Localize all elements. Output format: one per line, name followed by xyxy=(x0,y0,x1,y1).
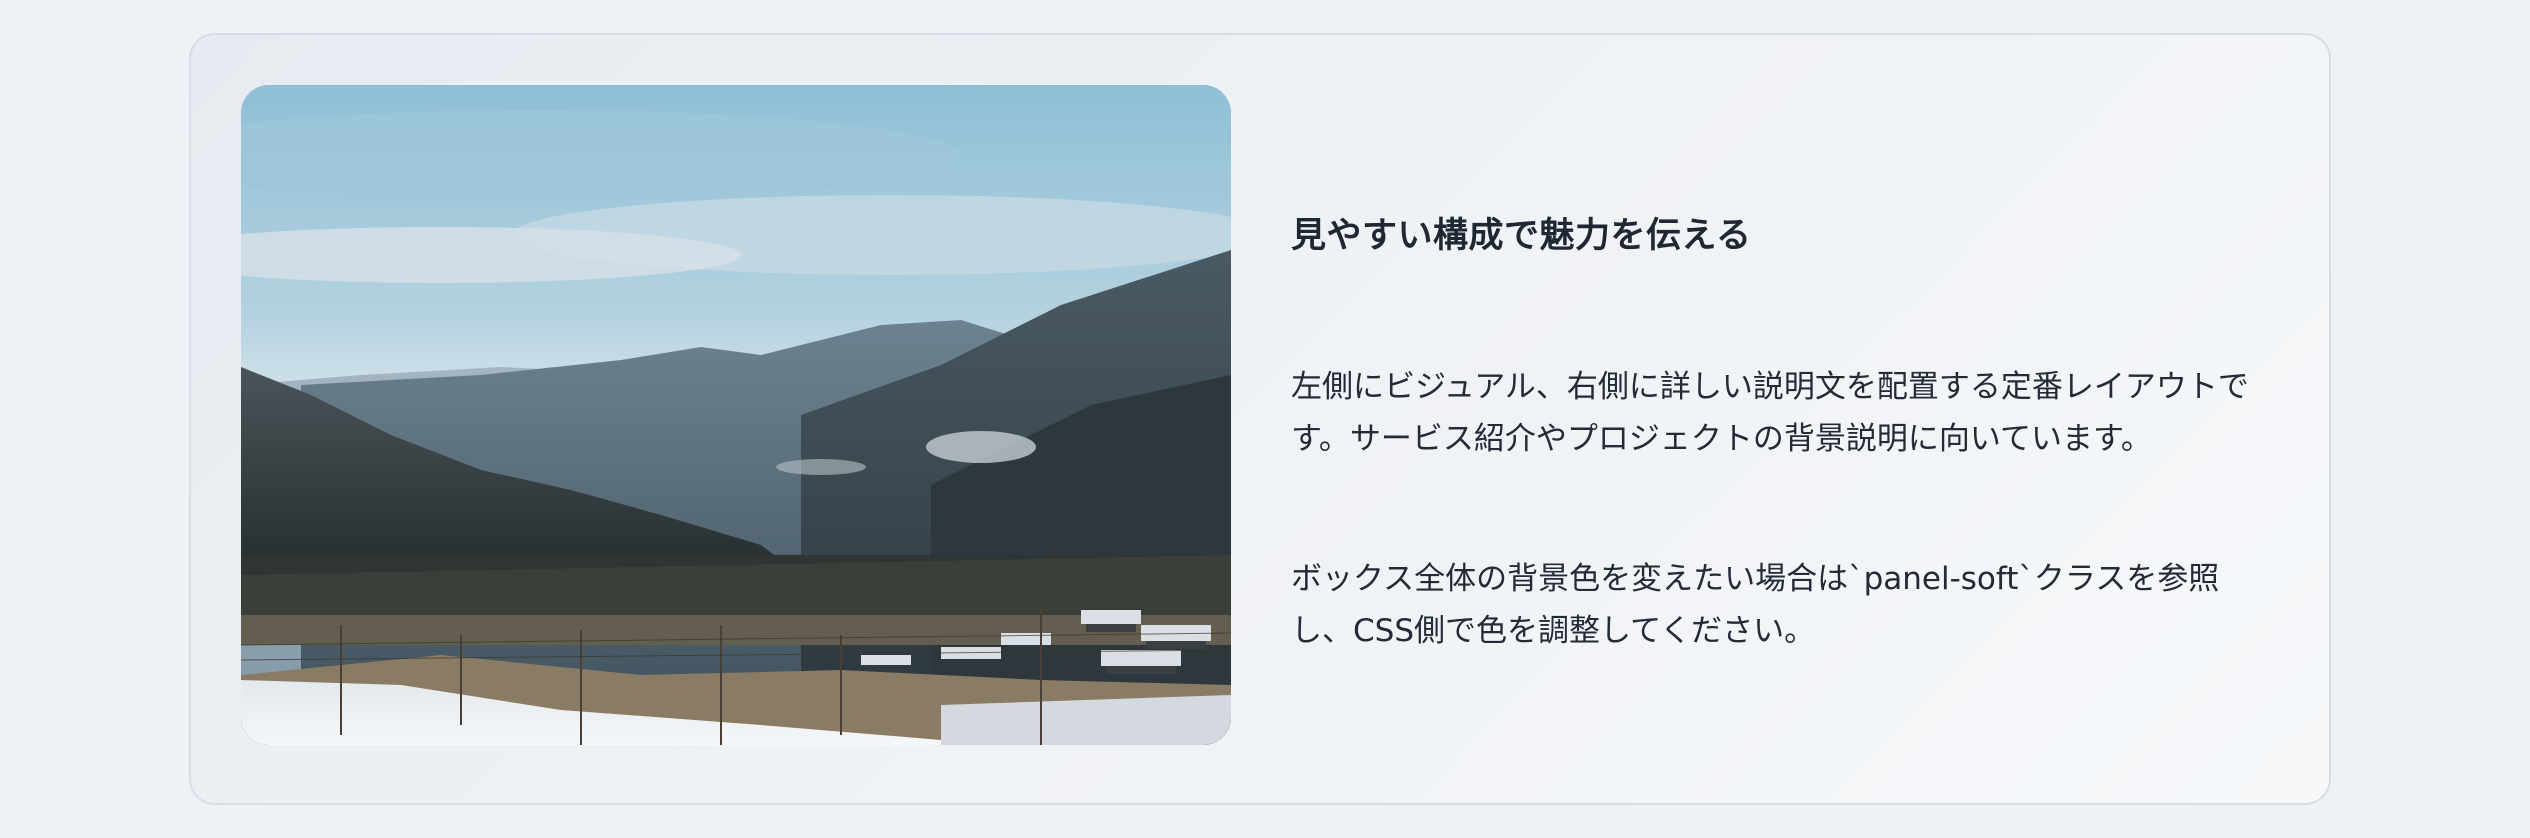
description-paragraph: 左側にビジュアル、右側に詳しい説明文を配置する定番レイアウトで す。サービス紹介… xyxy=(1291,361,2291,465)
paragraph-line: す。サービス紹介やプロジェクトの背景説明に向いています。 xyxy=(1291,421,2152,457)
content-panel: 見やすい構成で魅力を伝える 左側にビジュアル、右側に詳しい説明文を配置する定番レ… xyxy=(189,33,2331,805)
panel-heading: 見やすい構成で魅力を伝える xyxy=(1291,216,1752,256)
landscape-image xyxy=(241,85,1231,745)
paragraph-line: 左側にビジュアル、右側に詳しい説明文を配置する定番レイアウトで xyxy=(1291,369,2249,405)
mountain-landscape-photo-icon xyxy=(241,85,1231,745)
description-paragraph: ボックス全体の背景色を変えたい場合は`panel-soft`クラスを参照 し、C… xyxy=(1291,553,2291,657)
paragraph-line: ボックス全体の背景色を変えたい場合は`panel-soft`クラスを参照 xyxy=(1291,561,2220,597)
paragraph-line: し、CSS側で色を調整してください。 xyxy=(1291,613,1816,649)
